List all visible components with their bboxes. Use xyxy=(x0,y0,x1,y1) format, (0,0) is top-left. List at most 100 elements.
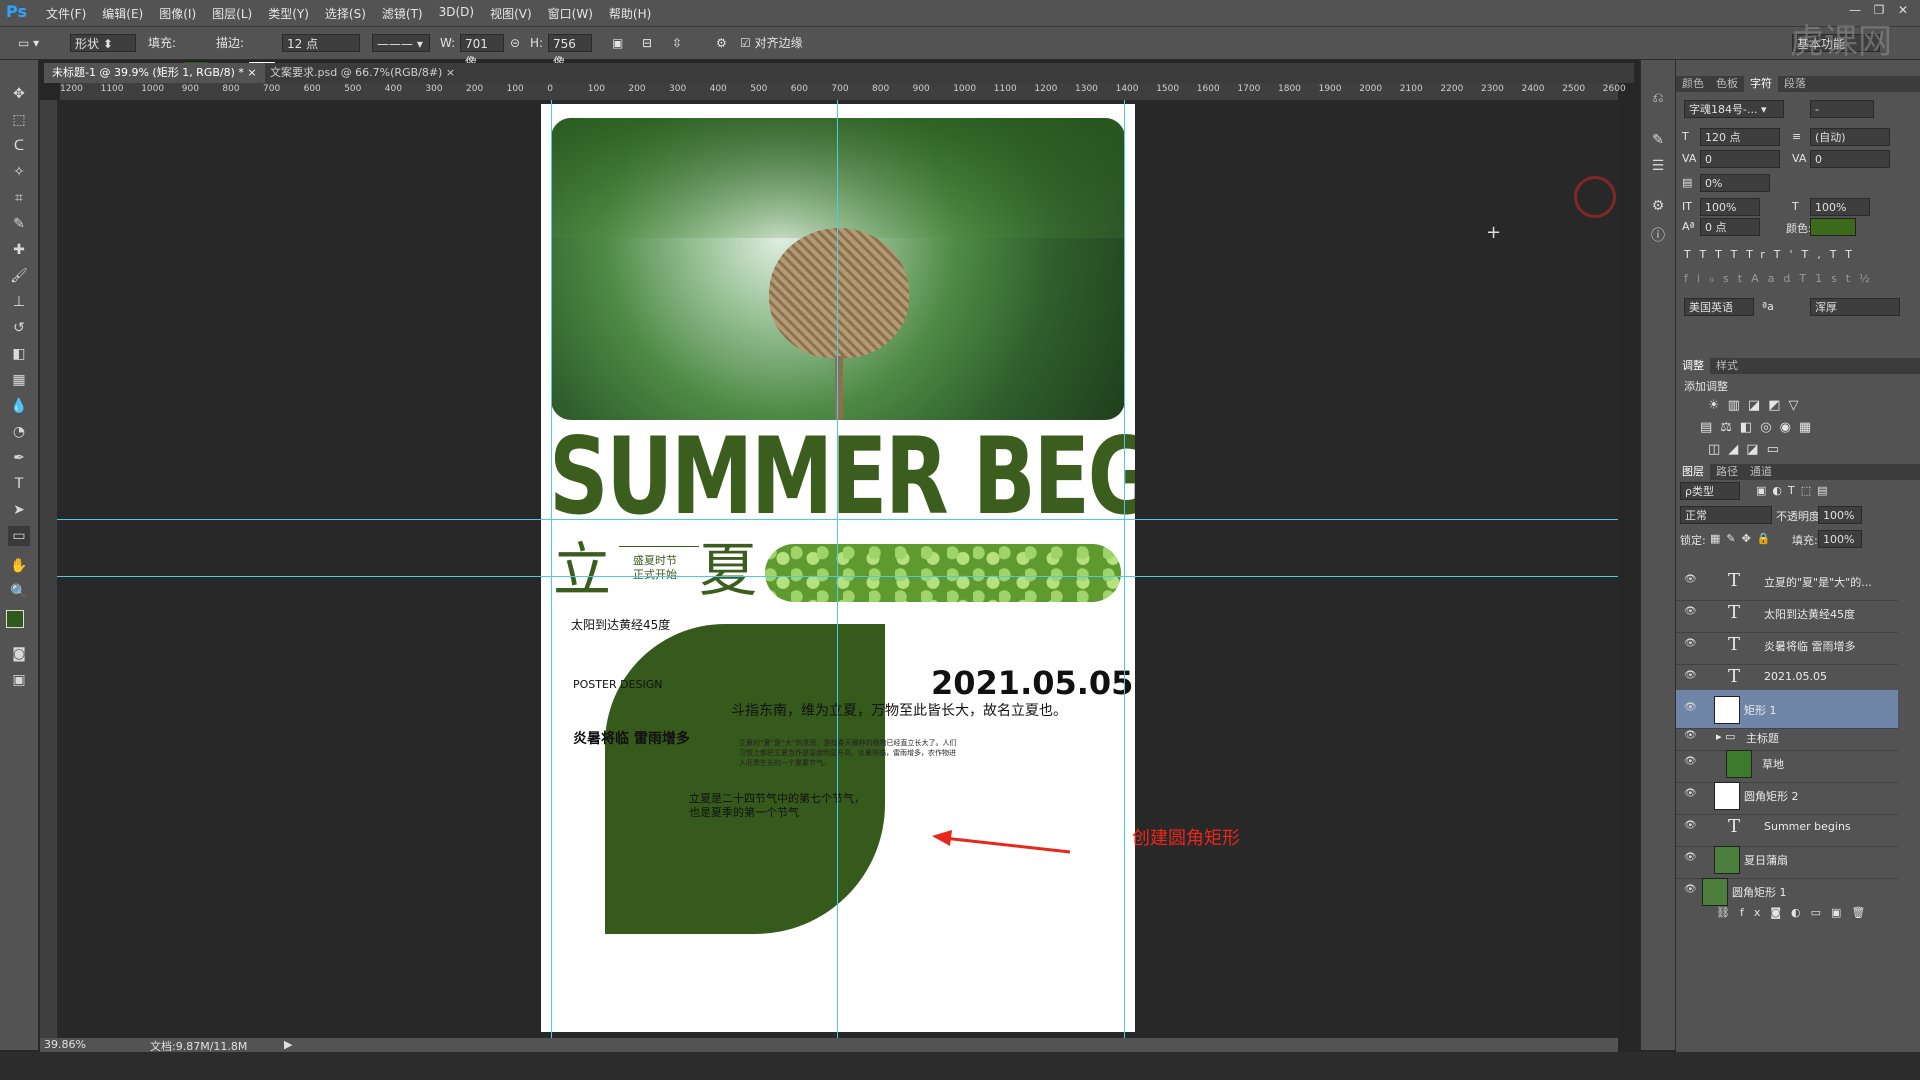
ligature-button[interactable]: fi xyxy=(1684,272,1709,285)
kerning-field[interactable]: 0 xyxy=(1700,150,1780,168)
tab-paths[interactable]: 路径 xyxy=(1710,464,1744,480)
adjustment-icons-row-2[interactable]: ▤⚖◧◎◉▦ xyxy=(1700,420,1819,435)
tab-layers[interactable]: 图层 xyxy=(1676,464,1710,480)
stroke-type-select[interactable]: ——— ▾ xyxy=(372,34,430,52)
stylistic-alt-button[interactable]: st xyxy=(1723,272,1751,285)
tab-swatches[interactable]: 色板 xyxy=(1710,76,1744,92)
type-style-buttons[interactable]: TTTTTrT'T,TT xyxy=(1684,248,1861,261)
history-brush-icon[interactable]: ↺ xyxy=(8,318,30,338)
tab-wenan[interactable]: 文案要求.psd @ 66.7%(RGB/8#) × xyxy=(262,63,463,83)
menu-window[interactable]: 窗口(W) xyxy=(548,5,593,22)
menu-3d[interactable]: 3D(D) xyxy=(439,5,474,22)
tab-color[interactable]: 颜色 xyxy=(1676,76,1710,92)
clone-source-icon[interactable]: ⚙ xyxy=(1647,196,1669,216)
path-arrange-icon[interactable]: ⇳ xyxy=(672,34,682,52)
lock-icons[interactable]: ▦✎✥🔒 xyxy=(1710,532,1777,545)
path-select-icon[interactable]: ➤ xyxy=(8,500,30,520)
tab-character[interactable]: 字符 xyxy=(1744,76,1778,92)
status-menu-icon[interactable]: ▶ xyxy=(284,1038,292,1051)
menu-filter[interactable]: 滤镜(T) xyxy=(382,5,423,22)
opentype-buttons[interactable]: fiℴstAadT1st½ xyxy=(1684,272,1879,285)
menu-help[interactable]: 帮助(H) xyxy=(609,5,651,22)
visibility-eye-icon[interactable]: 👁 xyxy=(1684,756,1698,767)
rectangle-tool-icon[interactable]: ▭ xyxy=(8,526,30,546)
tab-adjustments[interactable]: 调整 xyxy=(1676,358,1710,374)
zoom-tool-icon[interactable]: 🔍 xyxy=(8,582,30,602)
tracking-field[interactable]: 0 xyxy=(1810,150,1890,168)
menu-edit[interactable]: 编辑(E) xyxy=(102,5,143,22)
lasso-tool-icon[interactable]: ᑕ xyxy=(8,136,30,156)
strikethrough-button[interactable]: T xyxy=(1845,248,1861,261)
superscript-button[interactable]: T' xyxy=(1774,248,1802,261)
gear-icon[interactable]: ⚙ xyxy=(716,34,727,52)
menu-image[interactable]: 图像(I) xyxy=(159,5,196,22)
blur-tool-icon[interactable]: 💧 xyxy=(8,396,30,416)
visibility-eye-icon[interactable]: 👁 xyxy=(1684,730,1698,741)
shape-tool-preset-icon[interactable]: ▭ ▾ xyxy=(18,34,39,52)
poster-document[interactable]: SUMMER BEGINS 立 盛夏时节 正式开始 夏 太阳到达黄经45度 PO… xyxy=(541,104,1135,1032)
tab-untitled-1[interactable]: 未标题-1 @ 39.9% (矩形 1, RGB/8) * × xyxy=(44,63,265,83)
visibility-eye-icon[interactable]: 👁 xyxy=(1684,638,1698,649)
visibility-eye-icon[interactable]: 👁 xyxy=(1684,574,1698,585)
rectangle-1-shape[interactable] xyxy=(605,624,885,934)
tsume-field[interactable]: 0% xyxy=(1700,174,1770,192)
subscript-button[interactable]: T, xyxy=(1802,248,1830,261)
presets-panel-icon[interactable]: ☰ xyxy=(1647,156,1669,176)
tab-paragraph[interactable]: 段落 xyxy=(1778,76,1812,92)
info-panel-icon[interactable]: ⓘ xyxy=(1647,226,1669,246)
gradient-tool-icon[interactable]: ▦ xyxy=(8,370,30,390)
move-tool-icon[interactable]: ✥ xyxy=(8,84,30,104)
all-caps-button[interactable]: TT xyxy=(1715,248,1746,261)
hand-tool-icon[interactable]: ✋ xyxy=(8,556,30,576)
font-style-select[interactable]: - xyxy=(1810,100,1874,118)
link-icon[interactable]: ⊝ xyxy=(510,34,520,52)
foreground-color-swatch[interactable] xyxy=(6,610,24,628)
visibility-eye-icon[interactable]: 👁 xyxy=(1684,820,1698,831)
visibility-eye-icon[interactable]: 👁 xyxy=(1684,702,1698,713)
fraction-button[interactable]: ½ xyxy=(1859,272,1879,285)
tab-styles[interactable]: 样式 xyxy=(1710,358,1744,374)
stamp-tool-icon[interactable]: ⊥ xyxy=(8,292,30,312)
layer-footer-icons[interactable]: ⛓fx◙◐▭▣🗑 xyxy=(1716,906,1875,919)
eraser-tool-icon[interactable]: ◧ xyxy=(8,344,30,364)
font-size-field[interactable]: 120 点 xyxy=(1700,128,1780,146)
layer-row[interactable]: 👁 圆角矩形 1 xyxy=(1676,872,1898,910)
layer-filter-select[interactable]: ρ类型 xyxy=(1680,482,1740,500)
marquee-tool-icon[interactable]: ⬚ xyxy=(8,110,30,130)
ornament-button[interactable]: T xyxy=(1799,272,1815,285)
ordinal-button[interactable]: 1st xyxy=(1815,272,1859,285)
antialias-select[interactable]: 浑厚 xyxy=(1810,298,1900,316)
blend-mode-select[interactable]: 正常 xyxy=(1680,506,1772,524)
brush-tool-icon[interactable]: 🖌 xyxy=(8,266,30,286)
vertical-scale-field[interactable]: 100% xyxy=(1700,198,1760,216)
adjustment-icons-row-3[interactable]: ◫◢◪▭ xyxy=(1708,442,1787,457)
menu-select[interactable]: 选择(S) xyxy=(325,5,366,22)
visibility-eye-icon[interactable]: 👁 xyxy=(1684,852,1698,863)
baseline-field[interactable]: 0 点 xyxy=(1700,218,1760,236)
menu-view[interactable]: 视图(V) xyxy=(490,5,532,22)
path-align-icon[interactable]: ⊟ xyxy=(642,34,652,52)
font-family-select[interactable]: 字魂184号-... ▾ xyxy=(1684,100,1784,118)
type-tool-icon[interactable]: T xyxy=(8,474,30,494)
brush-panel-icon[interactable]: ✎ xyxy=(1647,130,1669,150)
horizontal-scale-field[interactable]: 100% xyxy=(1810,198,1870,216)
menu-type[interactable]: 类型(Y) xyxy=(268,5,309,22)
visibility-eye-icon[interactable]: 👁 xyxy=(1684,884,1698,895)
menu-layer[interactable]: 图层(L) xyxy=(212,5,252,22)
height-field[interactable]: 756 像 xyxy=(548,34,592,69)
visibility-eye-icon[interactable]: 👁 xyxy=(1684,670,1698,681)
menu-file[interactable]: 文件(F) xyxy=(46,5,86,22)
adjustment-icons-row-1[interactable]: ☀▥◪◩▽ xyxy=(1708,398,1807,413)
path-ops-icon[interactable]: ▣ xyxy=(612,34,623,52)
tab-channels[interactable]: 通道 xyxy=(1744,464,1778,480)
close-icon[interactable]: ✕ xyxy=(1894,3,1912,19)
quick-mask-icon[interactable]: ◙ xyxy=(8,644,30,664)
stroke-size-field[interactable]: 12 点 xyxy=(282,34,360,52)
healing-brush-icon[interactable]: ✚ xyxy=(8,240,30,260)
zoom-level[interactable]: 39.86% xyxy=(44,1038,86,1051)
visibility-eye-icon[interactable]: 👁 xyxy=(1684,606,1698,617)
pen-tool-icon[interactable]: ✒ xyxy=(8,448,30,468)
crop-tool-icon[interactable]: ⌗ xyxy=(8,188,30,208)
visibility-eye-icon[interactable]: 👁 xyxy=(1684,788,1698,799)
opacity-field[interactable]: 100% xyxy=(1818,506,1862,524)
